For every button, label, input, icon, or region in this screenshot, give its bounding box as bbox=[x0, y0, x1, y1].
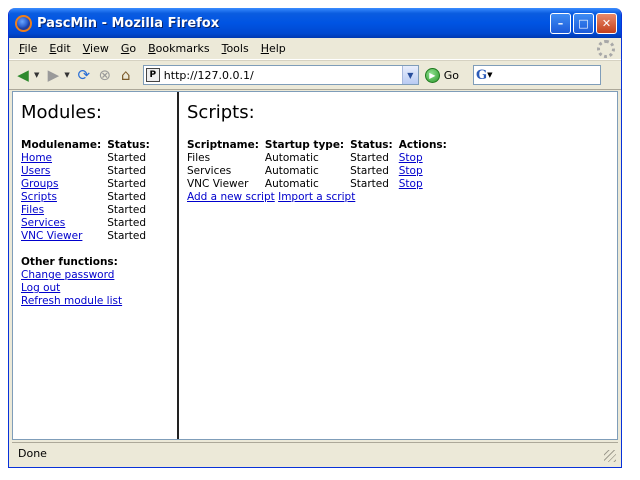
throbber-icon bbox=[597, 40, 615, 58]
module-link-services[interactable]: Services bbox=[21, 217, 65, 229]
other-functions-heading: Other functions: bbox=[21, 256, 118, 268]
table-row: Files Automatic Started Stop bbox=[187, 152, 453, 165]
script-name: Files bbox=[187, 152, 211, 164]
module-link-files[interactable]: Files bbox=[21, 204, 44, 216]
menu-view[interactable]: View bbox=[77, 42, 115, 55]
script-actions: Add a new script Import a script bbox=[187, 191, 617, 204]
table-row: VNC Viewer Automatic Started Stop bbox=[187, 178, 453, 191]
forward-dropdown-icon[interactable]: ▼ bbox=[64, 71, 69, 79]
module-status: Started bbox=[107, 178, 146, 190]
page-favicon-icon: P bbox=[145, 68, 160, 82]
search-box[interactable]: G ▼ bbox=[473, 65, 602, 85]
stop-vnc-viewer-link[interactable]: Stop bbox=[399, 178, 423, 190]
table-row: VNC Viewer Started bbox=[21, 230, 156, 243]
table-header: Modulename: Status: bbox=[21, 139, 156, 152]
module-status: Started bbox=[107, 152, 146, 164]
change-password-link[interactable]: Change password bbox=[21, 269, 177, 282]
menu-go[interactable]: Go bbox=[115, 42, 142, 55]
module-link-groups[interactable]: Groups bbox=[21, 178, 58, 190]
script-name: VNC Viewer bbox=[187, 178, 249, 190]
page-content: Modules: Modulename: Status: Home Starte… bbox=[12, 91, 618, 440]
table-row: Scripts Started bbox=[21, 191, 156, 204]
close-button[interactable]: ✕ bbox=[596, 12, 617, 34]
script-status: Started bbox=[350, 165, 389, 177]
scripts-table: Scriptname: Startup type: Status: Action… bbox=[187, 139, 453, 191]
go-label: Go bbox=[443, 68, 460, 82]
log-out-link[interactable]: Log out bbox=[21, 282, 177, 295]
window-title: PascMin - Mozilla Firefox bbox=[37, 15, 220, 31]
column-header-scriptname: Scriptname: bbox=[187, 139, 259, 151]
module-status: Started bbox=[107, 165, 146, 177]
modules-frame: Modules: Modulename: Status: Home Starte… bbox=[13, 92, 179, 439]
scripts-frame: Scripts: Scriptname: Startup type: Statu… bbox=[179, 92, 617, 439]
table-row: Services Automatic Started Stop bbox=[187, 165, 453, 178]
column-header-modulename: Modulename: bbox=[21, 139, 102, 151]
module-status: Started bbox=[107, 230, 146, 242]
menu-tools[interactable]: Tools bbox=[216, 42, 255, 55]
module-link-vnc-viewer[interactable]: VNC Viewer bbox=[21, 230, 82, 242]
add-new-script-link[interactable]: Add a new script bbox=[187, 191, 275, 203]
navigation-toolbar: ◀ ▼ ▶ ▼ ⟳ ⊗ ⌂ P http://127.0.0.1/ ▼ ▶ Go… bbox=[9, 60, 621, 90]
modules-heading: Modules: bbox=[21, 102, 102, 123]
module-status: Started bbox=[107, 217, 146, 229]
menu-bar: File Edit View Go Bookmarks Tools Help bbox=[9, 38, 621, 60]
status-text: Done bbox=[18, 447, 47, 460]
module-link-home[interactable]: Home bbox=[21, 152, 52, 164]
google-search-icon[interactable]: G bbox=[476, 68, 487, 83]
resize-grip-icon[interactable] bbox=[604, 450, 616, 462]
menu-file[interactable]: File bbox=[13, 42, 43, 55]
table-row: Services Started bbox=[21, 217, 156, 230]
scripts-heading: Scripts: bbox=[187, 102, 255, 123]
minimize-button[interactable]: – bbox=[550, 12, 571, 34]
address-bar[interactable]: P http://127.0.0.1/ ▼ bbox=[142, 65, 419, 85]
status-bar: Done bbox=[12, 442, 618, 464]
column-header-startup-type: Startup type: bbox=[264, 139, 345, 151]
search-engine-dropdown-icon[interactable]: ▼ bbox=[487, 71, 492, 79]
firefox-icon bbox=[15, 14, 32, 32]
forward-icon[interactable]: ▶ bbox=[43, 65, 63, 85]
table-row: Groups Started bbox=[21, 178, 156, 191]
module-status: Started bbox=[107, 191, 146, 203]
column-header-actions: Actions: bbox=[398, 139, 447, 151]
menu-help[interactable]: Help bbox=[255, 42, 292, 55]
browser-window: PascMin - Mozilla Firefox – □ ✕ File Edi… bbox=[8, 8, 622, 468]
refresh-module-list-link[interactable]: Refresh module list bbox=[21, 295, 177, 308]
maximize-button[interactable]: □ bbox=[573, 12, 594, 34]
back-dropdown-icon[interactable]: ▼ bbox=[34, 71, 39, 79]
stop-files-link[interactable]: Stop bbox=[399, 152, 423, 164]
menu-edit[interactable]: Edit bbox=[43, 42, 76, 55]
script-startup-type: Automatic bbox=[264, 178, 319, 190]
table-row: Home Started bbox=[21, 152, 156, 165]
go-arrow-icon: ▶ bbox=[424, 67, 440, 83]
module-link-scripts[interactable]: Scripts bbox=[21, 191, 57, 203]
import-script-link[interactable]: Import a script bbox=[278, 191, 355, 203]
reload-icon[interactable]: ⟳ bbox=[74, 65, 94, 85]
table-row: Files Started bbox=[21, 204, 156, 217]
url-dropdown-icon[interactable]: ▼ bbox=[401, 66, 418, 84]
url-input[interactable]: http://127.0.0.1/ bbox=[164, 69, 402, 82]
stop-icon[interactable]: ⊗ bbox=[95, 65, 115, 85]
script-startup-type: Automatic bbox=[264, 152, 319, 164]
table-row: Users Started bbox=[21, 165, 156, 178]
script-status: Started bbox=[350, 178, 389, 190]
back-icon[interactable]: ◀ bbox=[13, 65, 33, 85]
script-startup-type: Automatic bbox=[264, 165, 319, 177]
column-header-status: Status: bbox=[107, 139, 150, 151]
go-button[interactable]: ▶ Go bbox=[424, 67, 460, 83]
menu-bookmarks[interactable]: Bookmarks bbox=[142, 42, 215, 55]
modules-table: Modulename: Status: Home Started Users S… bbox=[21, 139, 156, 243]
module-link-users[interactable]: Users bbox=[21, 165, 50, 177]
script-status: Started bbox=[350, 152, 389, 164]
title-bar[interactable]: PascMin - Mozilla Firefox – □ ✕ bbox=[9, 8, 621, 38]
home-icon[interactable]: ⌂ bbox=[116, 65, 136, 85]
column-header-status: Status: bbox=[350, 139, 393, 151]
script-name: Services bbox=[187, 165, 232, 177]
module-status: Started bbox=[107, 204, 146, 216]
table-header: Scriptname: Startup type: Status: Action… bbox=[187, 139, 453, 152]
stop-services-link[interactable]: Stop bbox=[399, 165, 423, 177]
